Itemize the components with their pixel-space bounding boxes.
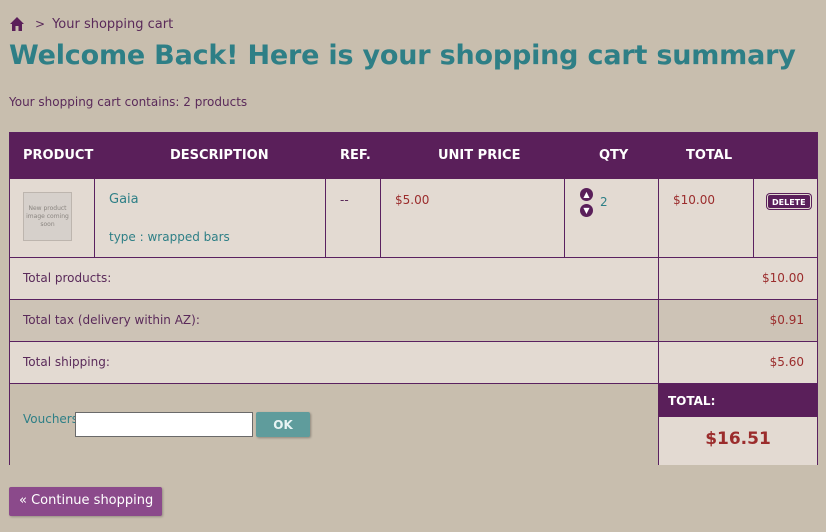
voucher-ok-button[interactable]: OK <box>256 412 310 437</box>
header-unit-price: UNIT PRICE <box>438 148 521 163</box>
grand-total-label: TOTAL: <box>658 384 817 417</box>
cart-summary-text: Your shopping cart contains: 2 products <box>9 95 248 109</box>
total-products-value: $10.00 <box>762 271 804 285</box>
header-product: PRODUCT <box>23 148 94 163</box>
page-title: Welcome Back! Here is your shopping cart… <box>9 40 796 71</box>
total-shipping-row: Total shipping: $5.60 <box>10 342 817 384</box>
product-name-link[interactable]: Gaia <box>109 192 139 207</box>
qty-decrease-icon[interactable]: ▼ <box>580 204 593 217</box>
header-qty: QTY <box>599 148 629 163</box>
continue-shopping-button[interactable]: « Continue shopping <box>9 487 163 516</box>
qty-increase-icon[interactable]: ▲ <box>580 188 593 201</box>
delete-button[interactable]: DELETE <box>767 194 811 209</box>
voucher-input[interactable] <box>75 412 253 437</box>
quantity-stepper: ▲ ▼ <box>580 188 594 220</box>
product-ref: -- <box>340 193 349 207</box>
product-thumbnail[interactable]: New product image coming soon <box>23 192 72 241</box>
grand-total-value: $16.51 <box>658 417 817 465</box>
total-products-label: Total products: <box>23 271 112 285</box>
header-ref: REF. <box>340 148 371 163</box>
breadcrumb-current: Your shopping cart <box>52 16 174 32</box>
breadcrumb-separator: > <box>35 17 46 31</box>
product-unit-price: $5.00 <box>395 193 430 207</box>
product-attributes: type : wrapped bars <box>109 230 230 244</box>
voucher-label: Vouchers <box>23 412 78 426</box>
header-description: DESCRIPTION <box>170 148 269 163</box>
total-products-row: Total products: $10.00 <box>10 258 817 300</box>
home-icon[interactable] <box>9 16 25 32</box>
cart-table-header: PRODUCT DESCRIPTION REF. UNIT PRICE QTY … <box>10 133 817 179</box>
product-qty: 2 <box>600 195 608 209</box>
thumbnail-placeholder-text: New product image coming soon <box>26 204 69 228</box>
total-shipping-label: Total shipping: <box>23 355 110 369</box>
total-tax-value: $0.91 <box>769 313 804 327</box>
cart-table: PRODUCT DESCRIPTION REF. UNIT PRICE QTY … <box>9 132 818 465</box>
total-tax-label: Total tax (delivery within AZ): <box>23 313 200 327</box>
total-shipping-value: $5.60 <box>769 355 804 369</box>
total-tax-row: Total tax (delivery within AZ): $0.91 <box>10 300 817 342</box>
header-total: TOTAL <box>686 148 733 163</box>
product-line-total: $10.00 <box>673 193 715 207</box>
cart-item-row: New product image coming soon Gaia type … <box>10 179 817 258</box>
breadcrumb: > Your shopping cart <box>9 14 173 34</box>
voucher-row: Vouchers OK TOTAL: $16.51 <box>10 384 817 465</box>
